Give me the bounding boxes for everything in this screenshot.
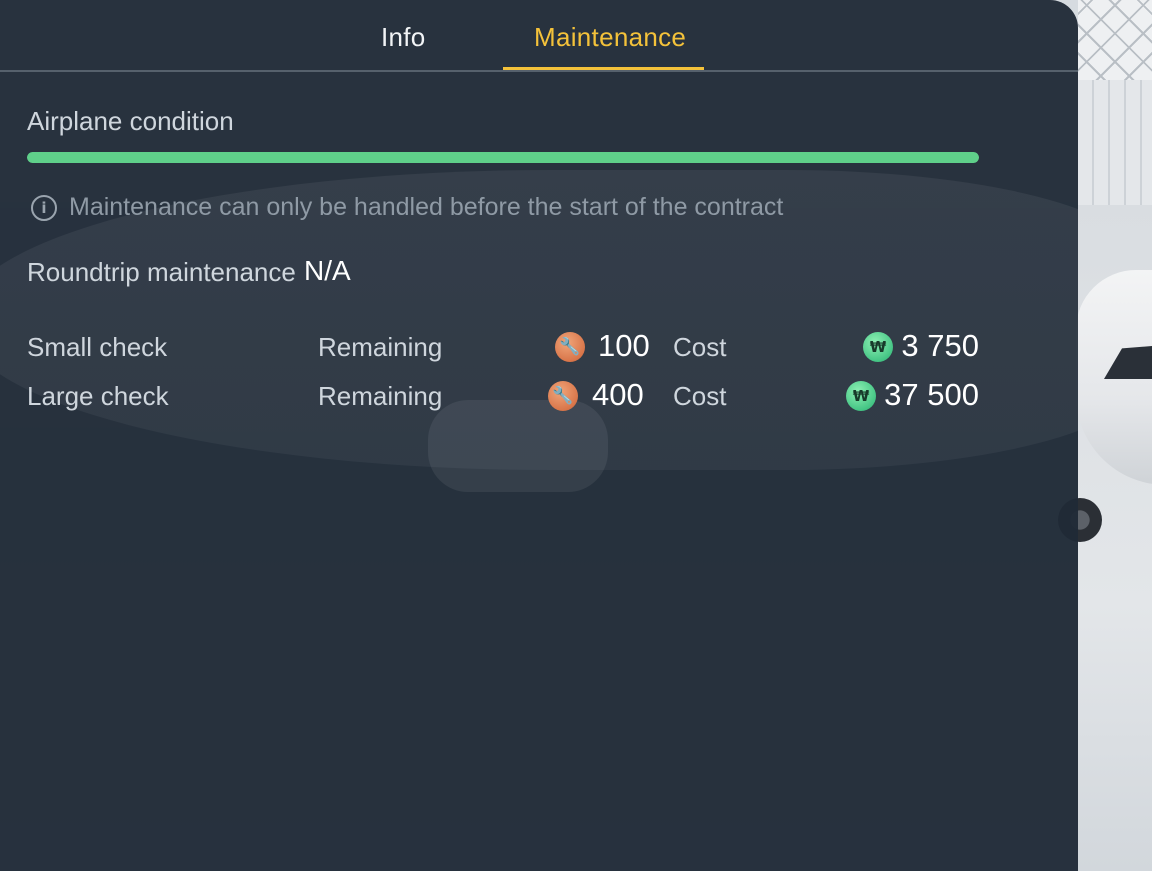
money-icon: ₩ <box>846 381 876 411</box>
cost-value: 37 500 <box>884 377 979 412</box>
maintenance-notice: i Maintenance can only be handled before… <box>31 193 783 222</box>
roundtrip-maintenance-label: Roundtrip maintenance <box>27 257 296 287</box>
info-icon: i <box>31 194 57 221</box>
cost-label: Cost <box>673 332 727 362</box>
check-name: Large check <box>27 381 169 411</box>
tab-bar: Info Maintenance <box>0 0 1078 72</box>
remaining-value: 400 <box>592 377 644 412</box>
maintenance-panel: Info Maintenance Airplane condition i Ma… <box>0 0 1078 871</box>
remaining-label: Remaining <box>318 381 443 411</box>
airplane-condition-fill <box>27 152 979 163</box>
hangar-door <box>1078 80 1152 205</box>
cost-label: Cost <box>673 381 727 411</box>
cost-value: 3 750 <box>901 328 979 363</box>
hangar-truss <box>1078 0 1152 82</box>
notice-text: Maintenance can only be handled before t… <box>69 193 784 221</box>
small-check-row: Small check Remaining 🔧 100 Cost ₩ 3 750 <box>0 327 1078 371</box>
large-check-row: Large check Remaining 🔧 400 Cost ₩ 37 50… <box>0 376 1078 420</box>
airplane-condition-title: Airplane condition <box>27 106 234 136</box>
wrench-icon: 🔧 <box>548 381 578 411</box>
check-name: Small check <box>27 332 168 362</box>
remaining-value: 100 <box>598 328 650 363</box>
tab-maintenance[interactable]: Maintenance <box>534 22 686 53</box>
airplane-condition-bar <box>27 152 979 163</box>
money-icon: ₩ <box>863 332 893 362</box>
roundtrip-maintenance-value: N/A <box>304 255 351 286</box>
wrench-icon: 🔧 <box>555 332 585 362</box>
remaining-label: Remaining <box>318 332 443 362</box>
tab-info[interactable]: Info <box>381 22 426 53</box>
active-tab-indicator <box>503 67 704 70</box>
